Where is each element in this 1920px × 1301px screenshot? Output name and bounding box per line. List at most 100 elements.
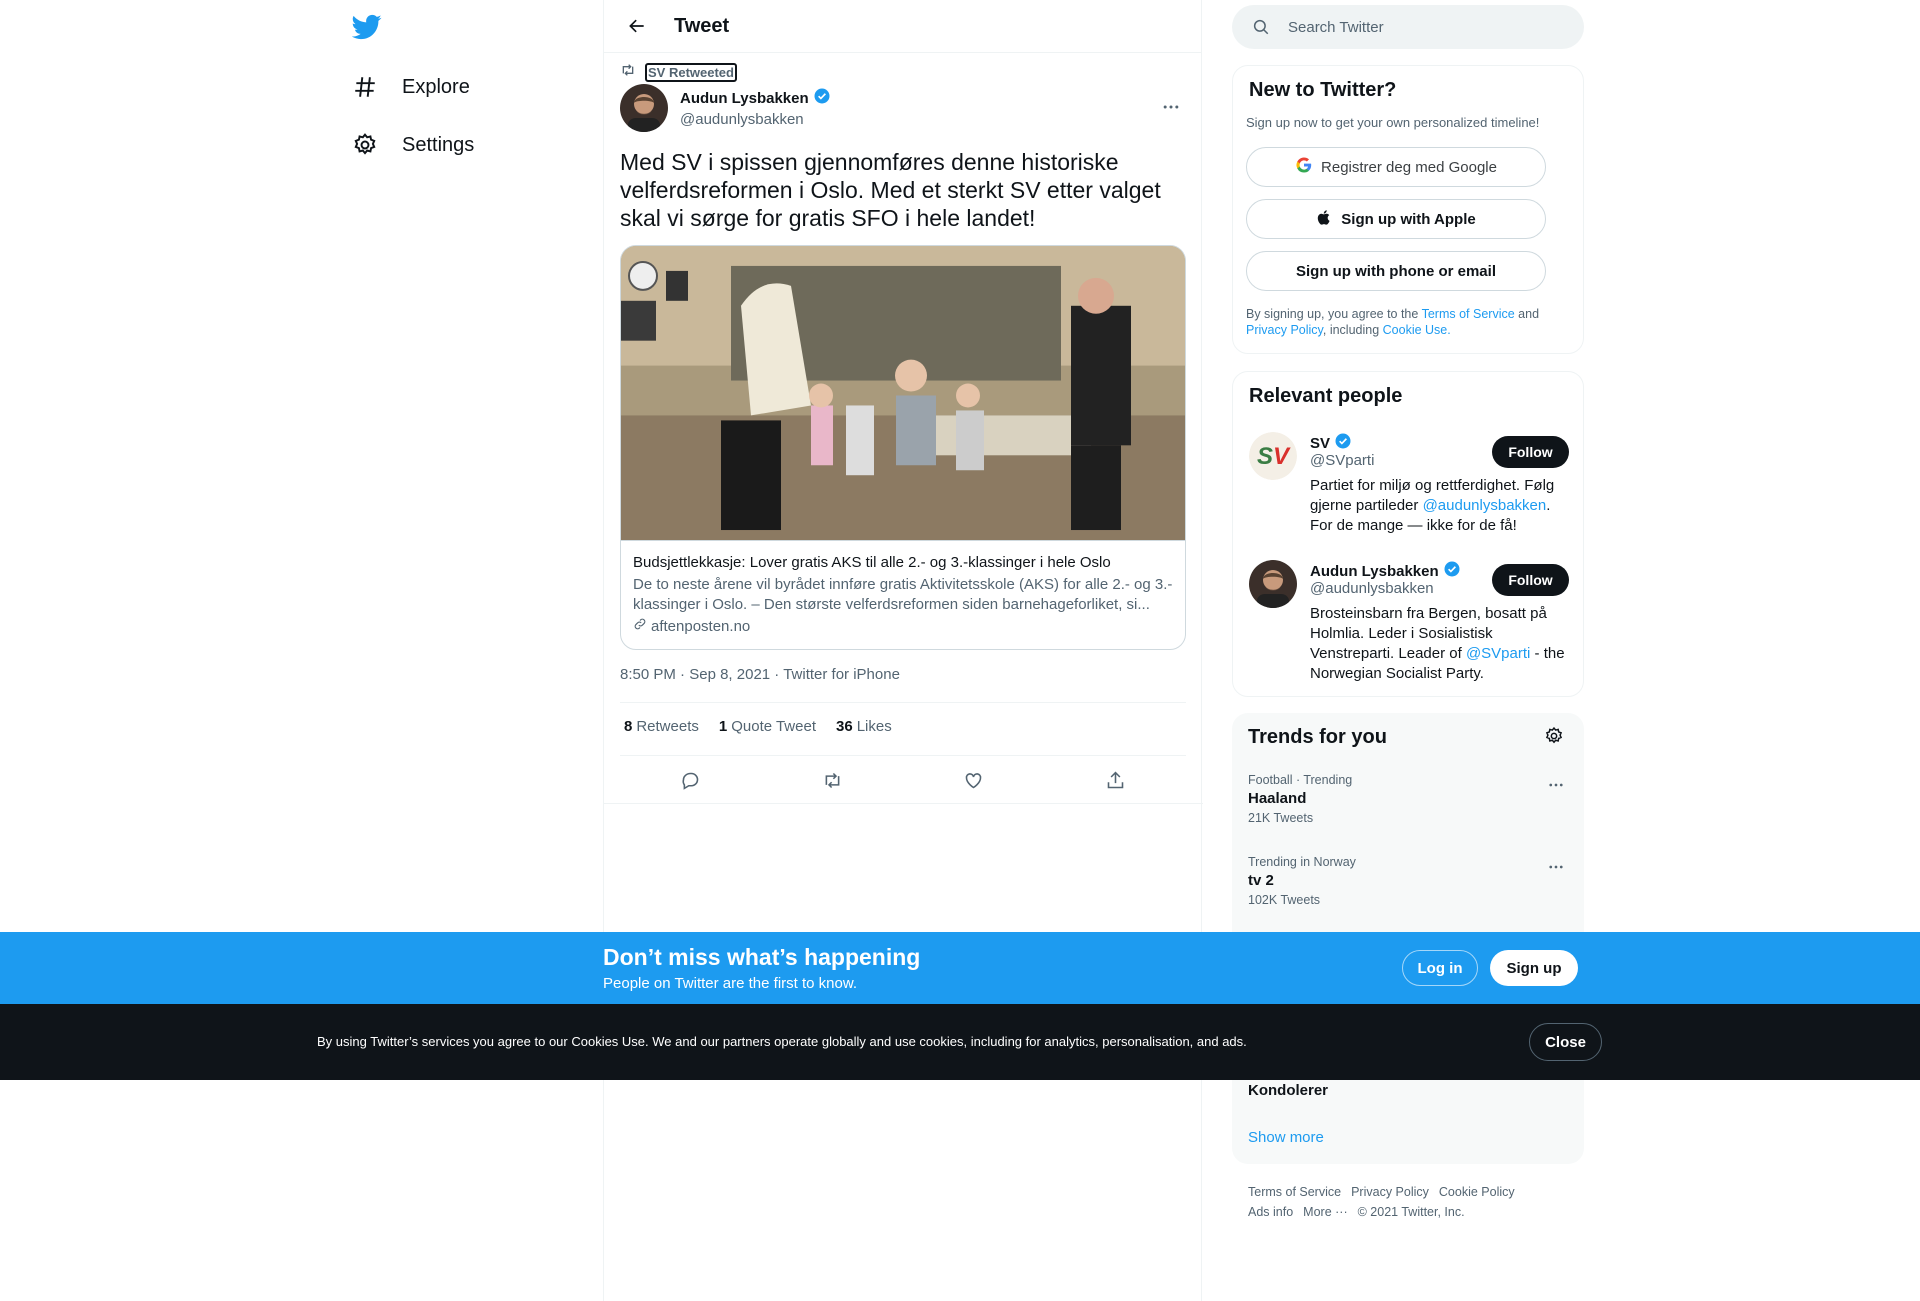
show-more-link[interactable]: Show more [1248,1129,1324,1146]
likes-count: 36 [836,718,853,735]
author-avatar[interactable] [620,84,668,132]
person-avatar[interactable] [1249,560,1297,608]
likes-label: Likes [856,718,892,735]
new-to-twitter-title: New to Twitter? [1249,79,1397,101]
footer-cookie-link[interactable]: Cookie Policy [1439,1185,1515,1199]
bio-mention-link[interactable]: @SVparti [1466,645,1530,662]
banner-title: Don’t miss what’s happening [603,944,921,970]
phone-signup-button[interactable]: Sign up with phone or email [1246,251,1546,291]
tweet-client[interactable]: Twitter for iPhone [783,666,900,683]
retweet-action-icon[interactable] [815,763,849,797]
apple-signup-button[interactable]: Sign up with Apple [1246,199,1546,239]
divider [620,755,1186,756]
nav-settings[interactable]: Settings [352,127,474,163]
link-card[interactable]: Budsjettlekkasje: Lover gratis AKS til a… [620,245,1186,650]
tweet-meta: 8:50 PM · Sep 8, 2021 · Twitter for iPho… [620,666,900,683]
svg-text:SV: SV [1257,443,1291,470]
more-options-icon[interactable] [1544,773,1568,797]
trends-settings-gear-icon[interactable] [1544,726,1568,750]
apple-signup-label: Sign up with Apple [1341,210,1476,228]
tweet-header: Tweet [604,0,1201,53]
retweets-count: 8 [624,718,633,735]
back-arrow-icon[interactable] [623,12,651,40]
likes-stat[interactable]: 36 Likes [836,718,892,735]
banner-subtitle: People on Twitter are the first to know. [603,975,858,992]
more-options-icon[interactable] [1156,92,1186,122]
footer-privacy-link[interactable]: Privacy Policy [1351,1185,1429,1199]
page-title: Tweet [674,14,730,37]
terms-link[interactable]: Terms of Service [1422,307,1515,321]
more-options-icon[interactable] [1544,855,1568,879]
author-handle[interactable]: @audunlysbakken [680,111,831,128]
privacy-link[interactable]: Privacy Policy [1246,323,1323,337]
trend-meta: Football · Trending [1248,773,1353,787]
trend-count: 102K Tweets [1248,893,1321,907]
cookie-use-link[interactable]: Cookie Use. [1383,323,1451,337]
quotes-stat[interactable]: 1 Quote Tweet [719,718,816,735]
phone-signup-label: Sign up with phone or email [1295,262,1496,280]
card-image [621,246,1185,541]
person-name-text: Audun Lysbakken [1310,562,1439,580]
google-icon [1295,156,1313,178]
retweets-stat[interactable]: 8 Retweets [624,718,699,735]
tweet-author: Audun Lysbakken @audunlysbakken [620,84,1186,132]
signup-button[interactable]: Sign up [1490,950,1578,986]
follow-button[interactable]: Follow [1492,436,1569,468]
new-to-twitter-panel: New to Twitter? Sign up now to get your … [1232,65,1584,354]
google-signup-button[interactable]: Registrer deg med Google [1246,147,1546,187]
person-handle[interactable]: @SVparti [1310,452,1374,469]
hashtag-icon [352,74,378,100]
tweet-actions [620,762,1186,798]
nav-explore[interactable]: Explore [352,69,470,105]
signup-legal-text: By signing up, you agree to the Terms of… [1246,306,1566,338]
card-domain-text: aftenposten.no [651,617,751,635]
person-name-text: SV [1310,434,1331,452]
quotes-label: Quote Tweet [731,718,816,735]
footer-ads-link[interactable]: Ads info [1248,1205,1293,1219]
author-name[interactable]: Audun Lysbakken [680,87,831,109]
relevant-people-panel: Relevant people SV SV @SVparti Follow Pa… [1232,371,1584,697]
reply-icon[interactable] [674,763,708,797]
trend-item[interactable]: Football · Trending Haaland 21K Tweets [1248,773,1568,825]
login-button[interactable]: Log in [1402,950,1478,986]
follow-button[interactable]: Follow [1492,564,1569,596]
divider [620,702,1186,703]
relevant-people-title: Relevant people [1249,385,1403,407]
tweet-date[interactable]: Sep 8, 2021 [689,666,770,683]
twitter-bird-icon[interactable] [351,12,382,42]
cookie-bar: By using Twitter’s services you agree to… [0,1004,1920,1080]
footer-links: Terms of Service Privacy Policy Cookie Pol… [1248,1182,1568,1222]
person-name[interactable]: Audun Lysbakken [1310,560,1461,582]
trend-item[interactable]: Trending in Norway tv 2 102K Tweets [1248,855,1568,907]
legal-including: , including [1322,323,1383,337]
close-button[interactable]: Close [1529,1023,1602,1061]
footer-more-link[interactable]: More ··· [1303,1205,1347,1219]
apple-icon [1316,209,1333,230]
retweeted-by-link[interactable]: SV Retweeted [645,63,737,82]
legal-and: and [1514,307,1540,321]
search-bar[interactable] [1232,5,1584,49]
person-handle[interactable]: @audunlysbakken [1310,580,1434,597]
sv-avatar[interactable]: SV [1249,432,1297,480]
tweet-time[interactable]: 8:50 PM [620,666,676,683]
person-name[interactable]: SV [1310,432,1352,454]
google-signup-label: Registrer deg med Google [1321,158,1497,176]
footer-terms-link[interactable]: Terms of Service [1248,1185,1341,1199]
signup-banner: Don’t miss what’s happening People on Tw… [0,932,1920,1004]
bio-mention-link[interactable]: @audunlysbakken [1423,497,1547,514]
tweet-text: Med SV i spissen gjennomføres denne hist… [620,149,1161,231]
link-icon [633,617,647,635]
quotes-count: 1 [718,718,728,735]
trend-item[interactable]: Kondolerer [1248,1079,1568,1099]
verified-badge-icon [1334,432,1352,454]
legal-prefix: By signing up, you agree to the [1246,307,1422,321]
share-icon[interactable] [1098,763,1132,797]
nav-explore-label: Explore [402,75,470,98]
like-heart-icon[interactable] [957,763,991,797]
search-input[interactable] [1288,18,1558,36]
author-info: Audun Lysbakken @audunlysbakken [680,87,831,128]
retweets-label: Retweets [636,718,699,735]
retweet-icon [620,62,636,83]
nav-settings-label: Settings [402,133,475,156]
retweet-context: SV Retweeted [620,62,737,83]
